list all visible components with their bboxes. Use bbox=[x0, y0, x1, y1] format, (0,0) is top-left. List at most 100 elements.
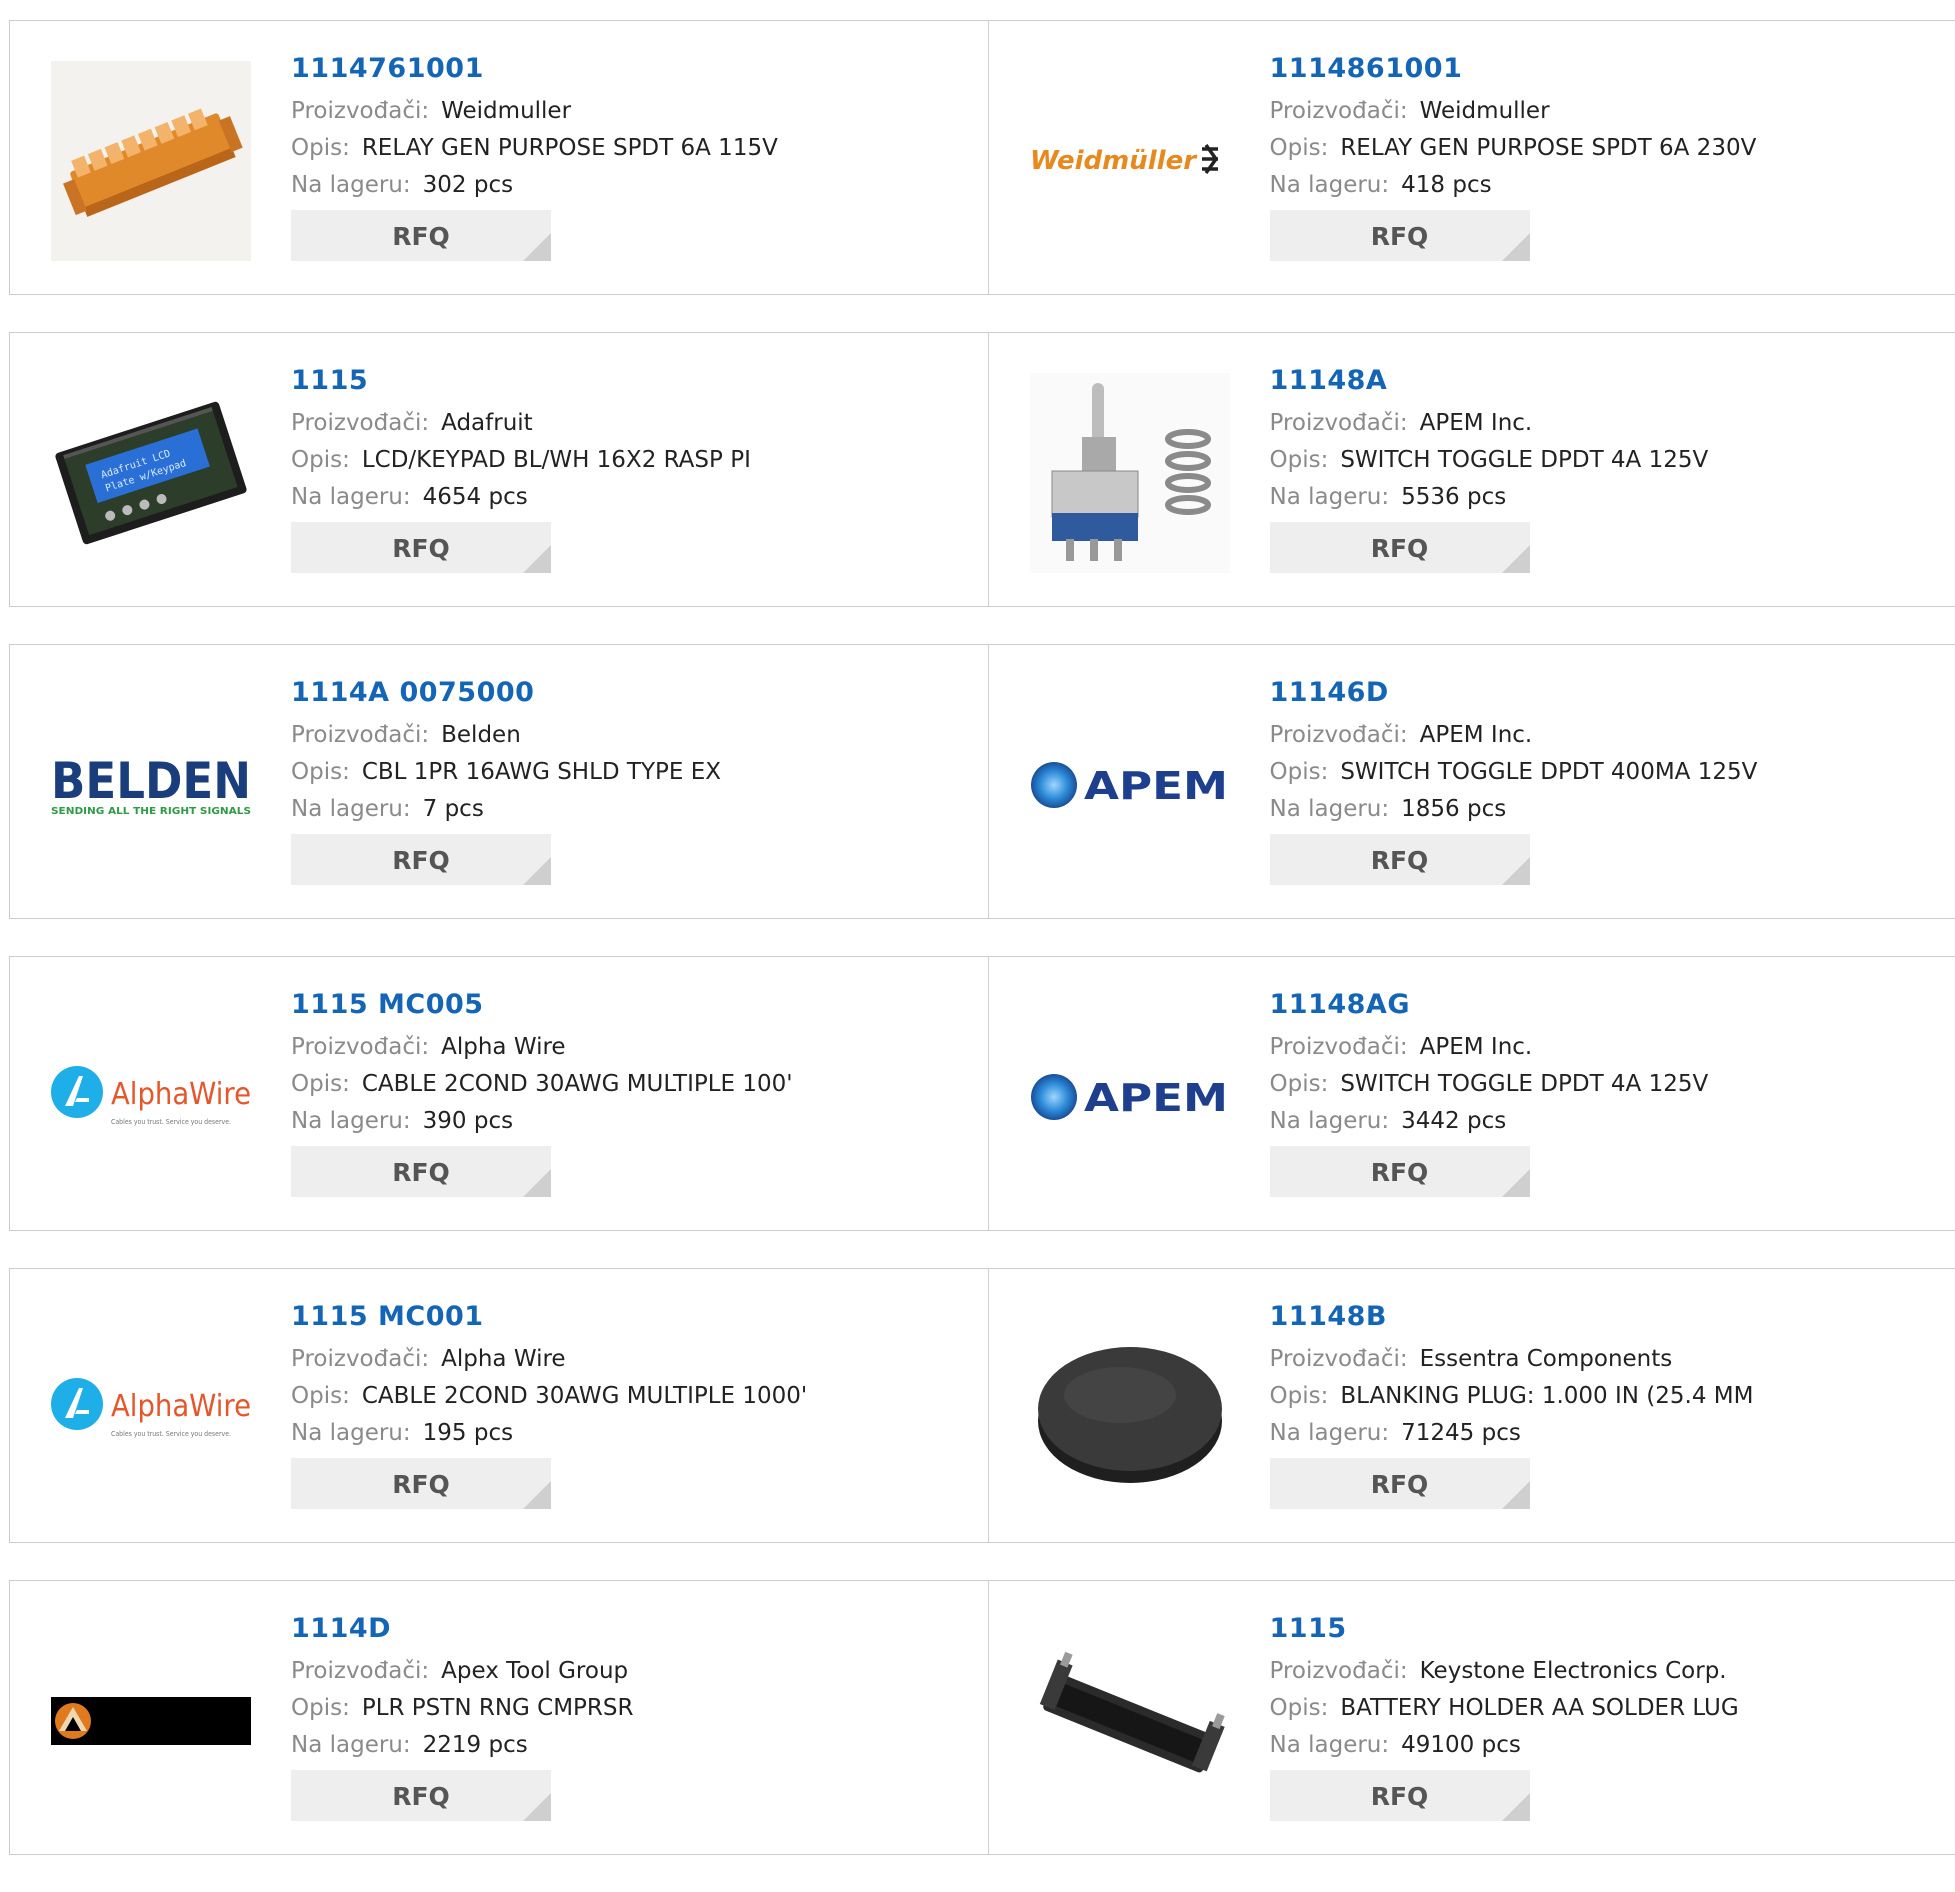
product-thumbnail[interactable] bbox=[1030, 1309, 1230, 1509]
stock-label: Na lageru: bbox=[291, 484, 411, 510]
description-value: SWITCH TOGGLE DPDT 4A 125V bbox=[1340, 1071, 1708, 1097]
stock-line: Na lageru:195 pcs bbox=[291, 1415, 807, 1452]
manufacturer-line: Proizvođači:APEM Inc. bbox=[1270, 405, 1709, 442]
part-number-link[interactable]: 1114761001 bbox=[291, 51, 778, 87]
manufacturer-line: Proizvođači:Essentra Components bbox=[1270, 1341, 1754, 1378]
product-card: 11148BProizvođači:Essentra ComponentsOpi… bbox=[988, 1269, 1955, 1542]
part-number-link[interactable]: 1115 MC005 bbox=[291, 987, 793, 1023]
part-number-link[interactable]: 1115 bbox=[1270, 1611, 1739, 1647]
part-number-link[interactable]: 1114D bbox=[291, 1611, 634, 1647]
svg-text:BELDEN: BELDEN bbox=[51, 752, 251, 810]
product-thumbnail[interactable] bbox=[51, 61, 251, 261]
rfq-button[interactable]: RFQ bbox=[1270, 1146, 1530, 1197]
description-line: Opis:CBL 1PR 16AWG SHLD TYPE EX bbox=[291, 754, 721, 791]
manufacturer-value: Adafruit bbox=[441, 410, 533, 436]
product-thumbnail[interactable]: AlphaWire Cables you trust. Service you … bbox=[51, 997, 251, 1197]
product-thumbnail[interactable]: AlphaWire Cables you trust. Service you … bbox=[51, 1309, 251, 1509]
product-card: APEM 11148AG Proizvođači:APEM Inc.Opis:SW… bbox=[988, 957, 1955, 1230]
part-number-link[interactable]: 1115 bbox=[291, 363, 751, 399]
manufacturer-value: APEM Inc. bbox=[1420, 1034, 1533, 1060]
stock-value: 195 pcs bbox=[423, 1420, 513, 1446]
stock-line: Na lageru:302 pcs bbox=[291, 167, 778, 204]
manufacturer-label: Proizvođači: bbox=[291, 98, 429, 124]
description-label: Opis: bbox=[1270, 447, 1329, 473]
description-label: Opis: bbox=[291, 759, 350, 785]
part-number-link[interactable]: 1114861001 bbox=[1270, 51, 1757, 87]
stock-value: 390 pcs bbox=[423, 1108, 513, 1134]
rfq-button[interactable]: RFQ bbox=[1270, 522, 1530, 573]
part-number-link[interactable]: 11146D bbox=[1270, 675, 1758, 711]
rfq-button[interactable]: RFQ bbox=[291, 834, 551, 885]
rfq-button[interactable]: RFQ bbox=[291, 522, 551, 573]
description-value: RELAY GEN PURPOSE SPDT 6A 230V bbox=[1340, 135, 1756, 161]
manufacturer-line: Proizvođači:APEM Inc. bbox=[1270, 1029, 1709, 1066]
product-card: 11148A Proizvođači:APEM Inc.Opis:SWITCH T… bbox=[988, 333, 1955, 606]
manufacturer-line: Proizvođači:Adafruit bbox=[291, 405, 751, 442]
description-label: Opis: bbox=[291, 1383, 350, 1409]
product-info: 11148A Proizvođači:APEM Inc.Opis:SWITCH T… bbox=[1270, 363, 1709, 573]
stock-label: Na lageru: bbox=[1270, 484, 1390, 510]
manufacturer-label: Proizvođači: bbox=[1270, 1346, 1408, 1372]
stock-label: Na lageru: bbox=[1270, 796, 1390, 822]
manufacturer-value: Weidmuller bbox=[441, 98, 571, 124]
stock-label: Na lageru: bbox=[291, 172, 411, 198]
product-thumbnail[interactable] bbox=[1030, 373, 1230, 573]
part-number-link[interactable]: 1115 MC001 bbox=[291, 1299, 807, 1335]
product-thumbnail[interactable] bbox=[1030, 1621, 1230, 1821]
product-info: 1114A 0075000Proizvođači:BeldenOpis:CBL … bbox=[291, 675, 721, 885]
rfq-button[interactable]: RFQ bbox=[291, 210, 551, 261]
stock-value: 49100 pcs bbox=[1401, 1732, 1521, 1758]
product-card: 1115Proizvođači:Keystone Electronics Cor… bbox=[988, 1581, 1955, 1854]
part-number-link[interactable]: 1114A 0075000 bbox=[291, 675, 721, 711]
description-line: Opis:SWITCH TOGGLE DPDT 4A 125V bbox=[1270, 1066, 1709, 1103]
rfq-button[interactable]: RFQ bbox=[291, 1770, 551, 1821]
stock-label: Na lageru: bbox=[291, 796, 411, 822]
part-number-link[interactable]: 11148A bbox=[1270, 363, 1709, 399]
rfq-button[interactable]: RFQ bbox=[291, 1458, 551, 1509]
product-thumbnail[interactable]: APEM bbox=[1030, 685, 1230, 885]
stock-value: 1856 pcs bbox=[1401, 796, 1506, 822]
product-info: 11148AG Proizvođači:APEM Inc.Opis:SWITCH … bbox=[1270, 987, 1709, 1197]
stock-line: Na lageru:418 pcs bbox=[1270, 167, 1757, 204]
product-thumbnail[interactable]: APEM bbox=[1030, 997, 1230, 1197]
relay-module-image bbox=[51, 61, 251, 261]
product-thumbnail[interactable]: Weidmüller bbox=[1030, 61, 1230, 261]
product-thumbnail[interactable] bbox=[51, 1621, 251, 1821]
weidmuller-logo-text: Weidmüller bbox=[1030, 146, 1198, 176]
part-number-link[interactable]: 11148B bbox=[1270, 1299, 1754, 1335]
rfq-button[interactable]: RFQ bbox=[1270, 1770, 1530, 1821]
battery-holder-image bbox=[1030, 1621, 1230, 1821]
stock-label: Na lageru: bbox=[291, 1108, 411, 1134]
rfq-button[interactable]: RFQ bbox=[291, 1146, 551, 1197]
product-card: AlphaWire Cables you trust. Service you … bbox=[10, 957, 988, 1230]
toggle-switch-image bbox=[1030, 373, 1230, 573]
description-value: CABLE 2COND 30AWG MULTIPLE 100' bbox=[362, 1071, 793, 1097]
rfq-button[interactable]: RFQ bbox=[1270, 834, 1530, 885]
product-thumbnail[interactable]: Adafruit LCD Plate w/Keypad bbox=[51, 373, 251, 573]
apem-logo: APEM bbox=[1030, 1067, 1230, 1127]
product-card: AlphaWire Cables you trust. Service you … bbox=[10, 1269, 988, 1542]
part-number-link[interactable]: 11148AG bbox=[1270, 987, 1709, 1023]
product-row: AlphaWire Cables you trust. Service you … bbox=[9, 1268, 1955, 1543]
manufacturer-label: Proizvođači: bbox=[291, 722, 429, 748]
manufacturer-line: Proizvođači:Apex Tool Group bbox=[291, 1653, 634, 1690]
description-label: Opis: bbox=[291, 1071, 350, 1097]
product-row: AlphaWire Cables you trust. Service you … bbox=[9, 956, 1955, 1231]
product-row: BELDEN SENDING ALL THE RIGHT SIGNALS 111… bbox=[9, 644, 1955, 919]
description-label: Opis: bbox=[1270, 135, 1329, 161]
description-line: Opis:SWITCH TOGGLE DPDT 400MA 125V bbox=[1270, 754, 1758, 791]
product-card: 1114761001Proizvođači:WeidmullerOpis:REL… bbox=[10, 21, 988, 294]
description-line: Opis:SWITCH TOGGLE DPDT 4A 125V bbox=[1270, 442, 1709, 479]
manufacturer-value: Weidmuller bbox=[1420, 98, 1550, 124]
manufacturer-line: Proizvođači: Alpha Wire bbox=[291, 1029, 793, 1066]
product-info: 1115 MC001Proizvođači:Alpha WireOpis:CAB… bbox=[291, 1299, 807, 1509]
manufacturer-label: Proizvođači: bbox=[291, 1034, 429, 1060]
apex-tool-logo bbox=[51, 1697, 251, 1745]
manufacturer-value: Apex Tool Group bbox=[441, 1658, 628, 1684]
product-thumbnail[interactable]: BELDEN SENDING ALL THE RIGHT SIGNALS bbox=[51, 685, 251, 885]
manufacturer-value: Alpha Wire bbox=[441, 1034, 565, 1060]
manufacturer-label: Proizvođači: bbox=[1270, 1658, 1408, 1684]
description-value: LCD/KEYPAD BL/WH 16X2 RASP PI bbox=[362, 447, 751, 473]
rfq-button[interactable]: RFQ bbox=[1270, 1458, 1530, 1509]
rfq-button[interactable]: RFQ bbox=[1270, 210, 1530, 261]
